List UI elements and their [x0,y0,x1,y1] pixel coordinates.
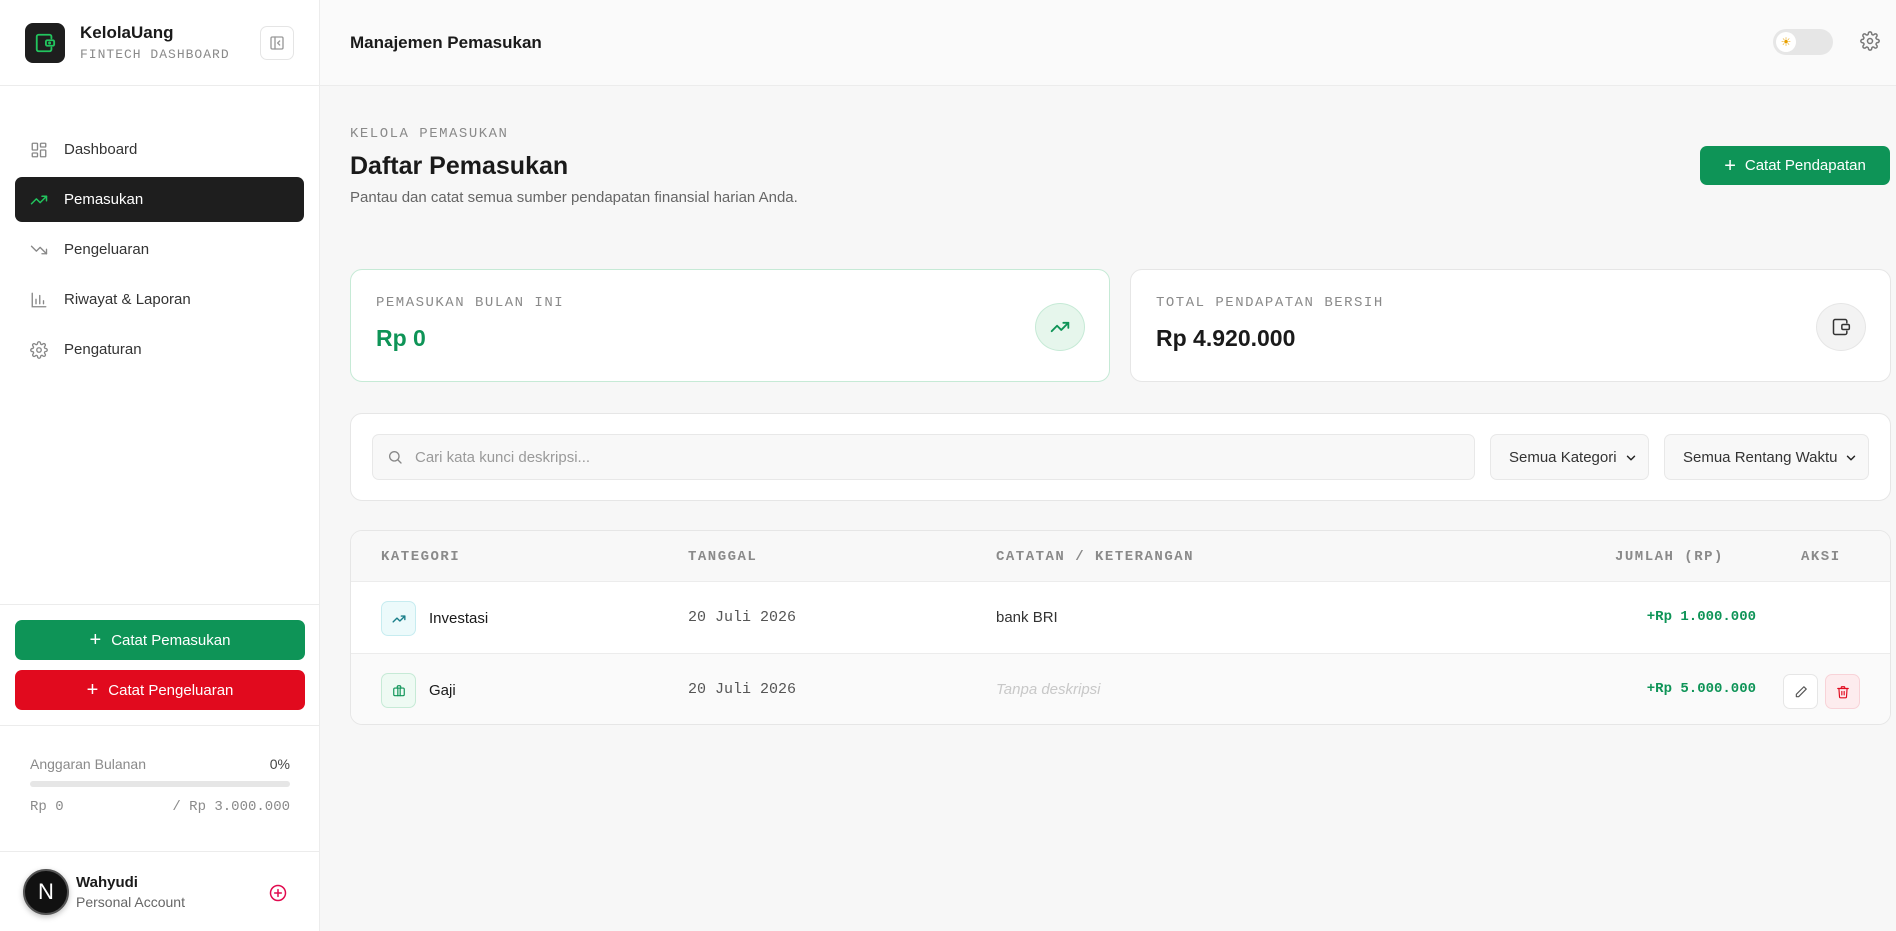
gear-icon [30,340,48,359]
search-input[interactable] [415,448,1415,466]
table-header: KATEGORI TANGGAL CATATAN / KETERANGAN JU… [351,531,1890,582]
filter-bar: Semua Kategori Semua Rentang Waktu [350,413,1891,501]
sidebar-item-label: Dashboard [64,141,138,158]
settings-button[interactable] [1860,31,1880,56]
trending-up-icon [1035,303,1085,351]
category-select[interactable]: Semua Kategori [1490,434,1649,480]
sun-icon: ☀ [1776,32,1796,52]
trending-up-icon [381,601,416,636]
brand: KelolaUang FINTECH DASHBOARD [0,0,319,86]
sidebar-item-label: Pengeluaran [64,241,150,258]
wallet-logo-icon [25,22,65,63]
record-expense-button[interactable]: + Catat Pengeluaran [15,670,305,710]
row-date: 20 Juli 2026 [688,681,797,698]
sidebar-item-dashboard[interactable]: Dashboard [15,127,304,172]
table-row[interactable]: Gaji 20 Juli 2026 Tanpa deskripsi +Rp 5.… [351,653,1890,724]
row-note: Tanpa deskripsi [996,681,1101,698]
sidebar-quick-actions: + Catat Pemasukan + Catat Pengeluaran [0,604,320,735]
theme-toggle[interactable]: ☀ [1773,29,1833,55]
row-category: Gaji [429,682,456,699]
stat-card-monthly-income: PEMASUKAN BULAN INI Rp 0 [350,269,1110,382]
bar-chart-icon [31,292,47,307]
pencil-icon [1795,685,1807,697]
briefcase-icon [381,673,416,708]
row-amount: +Rp 5.000.000 [1646,681,1756,697]
top-bar: Manajemen Pemasukan ☀ [320,0,1896,86]
budget-percent: 0% [269,756,290,772]
stat-label: TOTAL PENDAPATAN BERSIH [1156,295,1384,311]
record-income-button[interactable]: + Catat Pemasukan [15,620,305,660]
plus-icon: + [86,679,99,701]
budget-limit: / Rp 3.000.000 [172,799,290,815]
user-profile[interactable]: N Wahyudi Personal Account [0,851,320,931]
time-range-select[interactable]: Semua Rentang Waktu [1664,434,1869,480]
sidebar: KelolaUang FINTECH DASHBOARD Dashboard P… [0,0,320,931]
user-menu-button[interactable] [268,883,288,908]
row-amount: +Rp 1.000.000 [1646,609,1756,625]
sidebar-item-riwayat[interactable]: Riwayat & Laporan [15,277,304,322]
collapse-sidebar-button[interactable] [260,26,294,60]
budget-progress-bar [30,781,290,787]
sidebar-item-label: Pengaturan [64,341,142,358]
record-revenue-label: Catat Pendapatan [1744,157,1866,174]
record-expense-label: Catat Pengeluaran [108,681,234,699]
table-row[interactable]: Investasi 20 Juli 2026 bank BRI +Rp 1.00… [351,582,1890,653]
record-revenue-button[interactable]: + Catat Pendapatan [1700,146,1890,185]
delete-button[interactable] [1825,674,1860,709]
sidebar-item-pengaturan[interactable]: Pengaturan [15,327,304,372]
search-box[interactable] [372,434,1475,480]
wallet-icon [1816,303,1866,351]
main-content: KELOLA PEMASUKAN Daftar Pemasukan Pantau… [350,86,1891,725]
sidebar-item-pengeluaran[interactable]: Pengeluaran [15,227,304,272]
page-header-title: Manajemen Pemasukan [350,32,542,52]
row-note: bank BRI [996,609,1058,626]
sidebar-item-label: Riwayat & Laporan [64,291,191,308]
trending-down-icon [30,245,48,254]
income-table: KATEGORI TANGGAL CATATAN / KETERANGAN JU… [350,530,1891,725]
stat-value: Rp 4.920.000 [1156,325,1296,351]
record-income-label: Catat Pemasukan [111,631,231,649]
page-title: Daftar Pemasukan [350,152,569,180]
budget-spent: Rp 0 [30,799,64,815]
monthly-budget: Anggaran Bulanan 0% Rp 0 / Rp 3.000.000 [0,725,320,851]
page-eyebrow: KELOLA PEMASUKAN [350,126,509,142]
stat-card-net-income: TOTAL PENDAPATAN BERSIH Rp 4.920.000 [1130,269,1891,382]
chevron-down-icon [1846,455,1856,461]
chevron-down-icon [1626,455,1636,461]
user-name: Wahyudi [76,873,138,891]
plus-icon: + [89,629,102,651]
sidebar-item-label: Pemasukan [64,191,144,208]
user-role: Personal Account [76,893,185,910]
search-icon [389,451,402,464]
edit-button[interactable] [1783,674,1818,709]
row-date: 20 Juli 2026 [688,609,797,626]
row-category: Investasi [429,610,489,627]
sidebar-item-pemasukan[interactable]: Pemasukan [15,177,304,222]
trending-up-icon [30,195,48,204]
plus-icon: + [1724,154,1736,177]
plus-circle-icon [269,884,287,902]
column-header-note: CATATAN / KETERANGAN [996,549,1195,565]
brand-name: KelolaUang [80,23,174,42]
stat-value: Rp 0 [376,325,426,351]
time-range-select-value: Semua Rentang Waktu [1683,448,1838,466]
sidebar-collapse-icon [270,36,284,50]
avatar: N [23,868,69,915]
column-header-action: AKSI [1801,549,1841,565]
budget-label: Anggaran Bulanan [30,756,146,772]
grid-icon [31,142,47,157]
brand-subtitle: FINTECH DASHBOARD [80,47,230,62]
stat-label: PEMASUKAN BULAN INI [376,295,565,311]
column-header-category: KATEGORI [381,549,461,565]
column-header-date: TANGGAL [688,549,758,565]
stats-row: PEMASUKAN BULAN INI Rp 0 TOTAL PENDAPATA… [350,269,1891,382]
category-select-value: Semua Kategori [1509,448,1617,466]
gear-icon [1860,31,1880,51]
sidebar-nav: Dashboard Pemasukan Pengeluaran Riwayat … [0,86,319,372]
trash-icon [1836,685,1849,698]
page-subtitle: Pantau dan catat semua sumber pendapatan… [350,189,798,206]
column-header-amount: JUMLAH (RP) [1615,549,1724,565]
